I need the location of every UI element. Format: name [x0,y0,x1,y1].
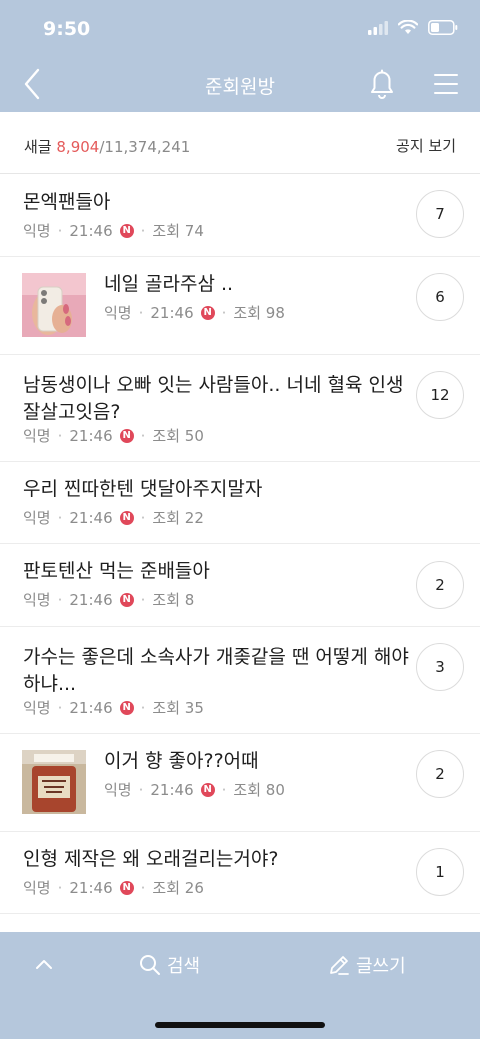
post-title: 이거 향 좋아??어때 [104,750,259,772]
battery-icon [428,20,458,35]
post-thumbnail [22,750,86,814]
bell-icon [371,69,393,99]
new-badge: N [200,782,215,797]
post-title: 우리 찐따한텐 댓달아주지말자 [23,478,263,500]
post-time: 21:46 [69,698,113,717]
post-author: 익명 [23,591,51,609]
post-time: 21:46 [69,590,113,609]
post-time: 21:46 [69,426,113,445]
comment-count: 7 [416,190,464,238]
status-time: 9:50 [43,18,91,40]
post-title-line-1: 남동생이나 오빠 잇는 사람들아.. 너네 혈육 인생 [23,374,404,396]
post-author: 익명 [23,509,51,527]
post-time: 21:46 [69,878,113,897]
post-author: 익명 [23,699,51,717]
comment-count: 1 [416,848,464,896]
wifi-icon [398,20,418,34]
post-time: 21:46 [150,780,194,799]
post-author: 익명 [104,304,132,322]
perfume-bottle-image [22,750,86,814]
post-title-line-1: 가수는 좋은데 소속사가 개좆같을 땐 어떻게 해야 [23,646,409,668]
post-author: 익명 [23,879,51,897]
post-time: 21:46 [69,221,113,240]
post-meta: 익명 · 21:46 N · 조회 22 [23,508,204,528]
count-label: 새글 [24,138,52,156]
notification-button[interactable] [366,66,398,102]
pencil-icon [330,956,349,975]
post-item[interactable]: 네일 골라주삼 .. 익명 · 21:46 N · 조회 98 6 [0,257,480,355]
post-thumbnail [22,273,86,337]
post-title: 네일 골라주삼 .. [104,273,234,295]
post-views: 조회 22 [152,509,204,527]
comment-count: 3 [416,643,464,691]
post-author: 익명 [104,781,132,799]
post-views: 조회 98 [233,304,285,322]
new-badge: N [119,428,134,443]
comment-count: 6 [416,273,464,321]
write-label: 글쓰기 [356,956,406,977]
post-title: 가수는 좋은데 소속사가 개좆같을 땐 어떻게 해야 하냐... [23,644,409,698]
top-bar: 9:50 준회원방 [0,0,480,112]
post-title-line-2: 하냐... [23,673,77,695]
post-author: 익명 [23,427,51,445]
new-badge: N [119,510,134,525]
post-meta: 익명 · 21:46 N · 조회 50 [23,426,204,446]
post-meta: 익명 · 21:46 N · 조회 98 [104,303,285,323]
new-badge: N [119,880,134,895]
post-count-bar: 새글 8,904/11,374,241 공지 보기 [0,112,480,174]
post-item[interactable]: 판토텐산 먹는 준배들아 익명 · 21:46 N · 조회 8 2 [0,544,480,627]
new-badge: N [200,305,215,320]
hamburger-icon [434,74,458,94]
post-count: 새글 8,904/11,374,241 [24,136,190,157]
search-icon [140,955,160,975]
post-views: 조회 8 [152,591,195,609]
post-time: 21:46 [150,303,194,322]
post-title-line-2: 잘살고잇음? [23,401,121,423]
post-meta: 익명 · 21:46 N · 조회 74 [23,221,204,241]
post-item[interactable]: 이거 향 좋아??어때 익명 · 21:46 N · 조회 80 2 [0,734,480,832]
write-button[interactable]: 글쓰기 [328,952,406,978]
post-item[interactable]: 남동생이나 오빠 잇는 사람들아.. 너네 혈육 인생 잘살고잇음? 익명 · 2… [0,355,480,462]
home-indicator [155,1022,325,1028]
post-meta: 익명 · 21:46 N · 조회 26 [23,878,204,898]
menu-button[interactable] [432,70,460,98]
status-icons [368,20,458,35]
post-time: 21:46 [69,508,113,527]
comment-count: 12 [416,371,464,419]
chevron-up-icon [36,960,52,969]
signal-icon [368,20,388,35]
new-badge: N [119,223,134,238]
post-views: 조회 74 [152,222,204,240]
post-meta: 익명 · 21:46 N · 조회 80 [104,780,285,800]
post-title: 남동생이나 오빠 잇는 사람들아.. 너네 혈육 인생 잘살고잇음? [23,372,403,426]
post-views: 조회 26 [152,879,204,897]
post-meta: 익명 · 21:46 N · 조회 35 [23,698,204,718]
comment-count: 2 [416,561,464,609]
scroll-top-button[interactable] [30,950,58,978]
comment-count: 2 [416,750,464,798]
post-title: 몬엑팬들아 [23,191,111,213]
phone-photo-image [22,273,86,337]
post-item[interactable]: 인형 제작은 왜 오래걸리는거야? 익명 · 21:46 N · 조회 26 1 [0,832,480,914]
post-views: 조회 35 [152,699,204,717]
post-title: 인형 제작은 왜 오래걸리는거야? [23,848,279,870]
post-title: 판토텐산 먹는 준배들아 [23,560,210,582]
new-badge: N [119,700,134,715]
new-badge: N [119,592,134,607]
new-count: 8,904 [56,138,100,156]
search-button[interactable]: 검색 [139,952,200,978]
page-title: 준회원방 [205,76,275,98]
post-item[interactable]: 몬엑팬들아 익명 · 21:46 N · 조회 74 7 [0,175,480,257]
post-views: 조회 80 [233,781,285,799]
post-item[interactable]: 가수는 좋은데 소속사가 개좆같을 땐 어떻게 해야 하냐... 익명 · 21:… [0,627,480,734]
post-views: 조회 50 [152,427,204,445]
notice-button[interactable]: 공지 보기 [396,135,456,156]
post-meta: 익명 · 21:46 N · 조회 8 [23,590,195,610]
total-count: /11,374,241 [99,138,191,156]
post-author: 익명 [23,222,51,240]
search-label: 검색 [167,956,201,977]
post-item[interactable]: 우리 찐따한텐 댓달아주지말자 익명 · 21:46 N · 조회 22 [0,462,480,544]
